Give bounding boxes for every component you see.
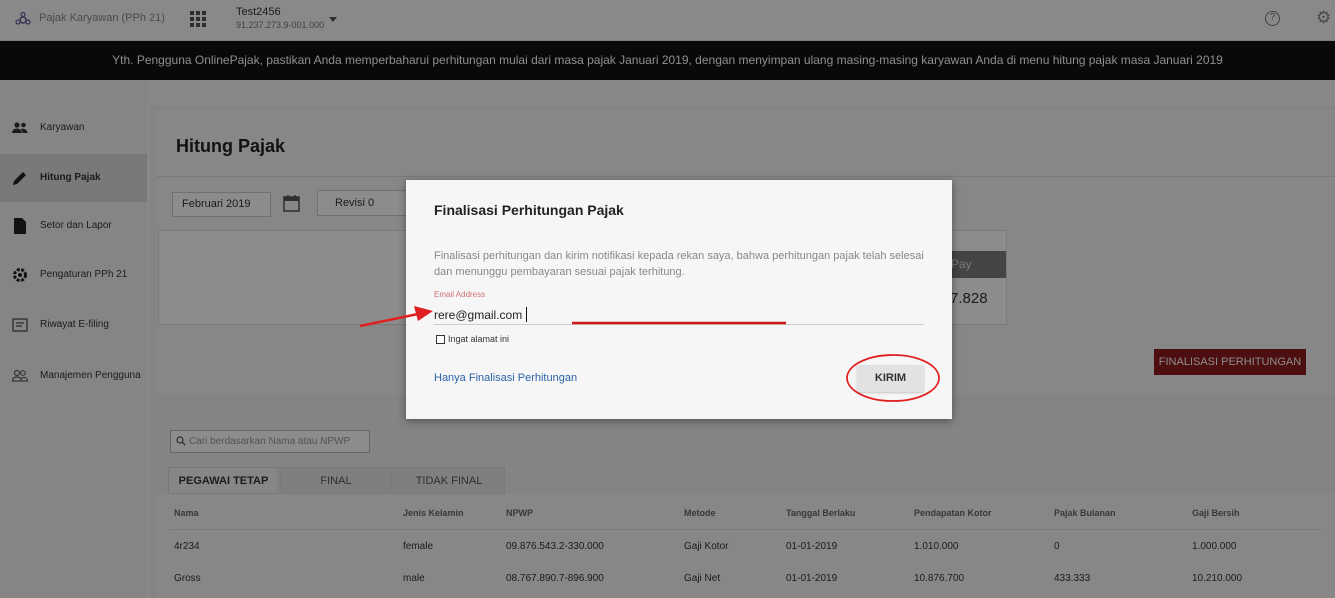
remember-address-label[interactable]: Ingat alamat ini xyxy=(448,334,509,344)
only-finalize-link[interactable]: Hanya Finalisasi Perhitungan xyxy=(434,372,577,384)
email-field[interactable]: rere@gmail.com xyxy=(434,308,522,322)
text-cursor xyxy=(526,307,527,322)
modal-title: Finalisasi Perhitungan Pajak xyxy=(434,202,624,218)
modal-description: Finalisasi perhitungan dan kirim notifik… xyxy=(434,250,924,278)
send-button[interactable]: KIRIM xyxy=(857,365,924,392)
email-field-label: Email Address xyxy=(434,290,486,299)
remember-address-checkbox[interactable] xyxy=(436,335,445,344)
email-field-underline xyxy=(434,324,924,325)
